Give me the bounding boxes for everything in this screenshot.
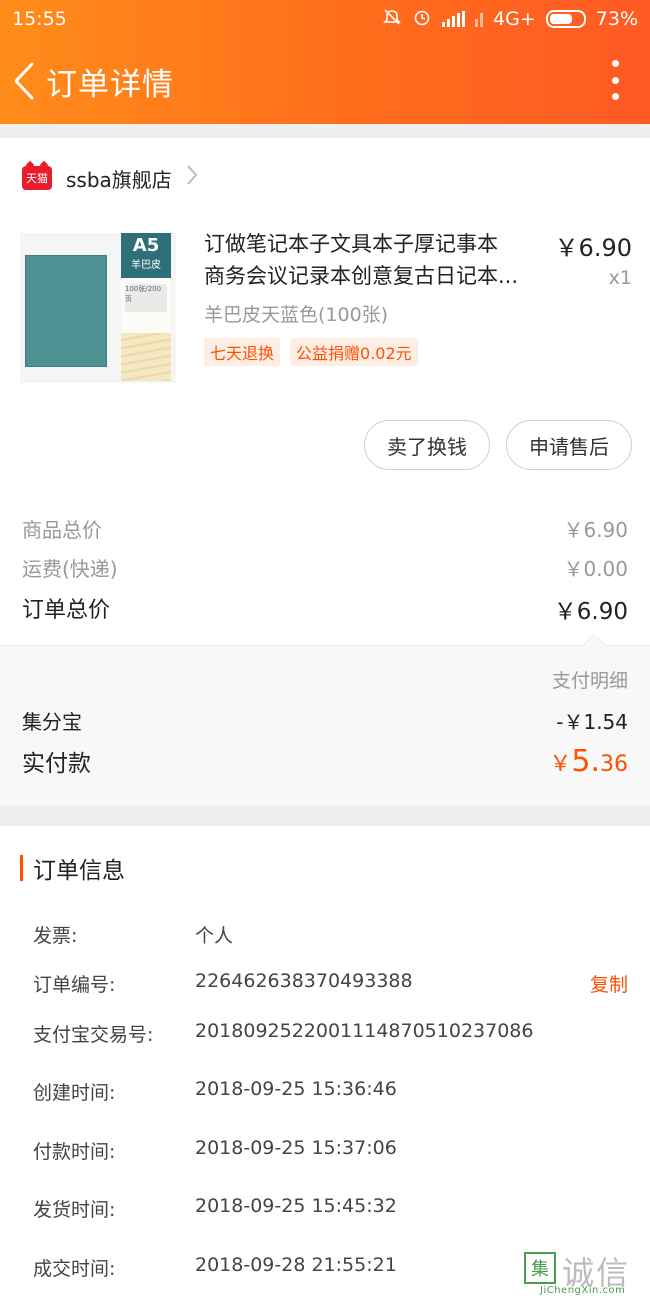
shop-name[interactable]: ssba旗舰店 xyxy=(66,164,172,193)
service-tags: 七天退换 公益捐赠0.02元 xyxy=(204,338,418,366)
item-actions: 卖了换钱 申请售后 xyxy=(364,420,632,470)
order-info-title: 订单信息 xyxy=(33,858,125,884)
watermark-logo: 集 诚信 JiChengXin.com xyxy=(524,1248,642,1298)
chevron-left-icon[interactable] xyxy=(4,51,44,111)
info-row-shipped: 发货时间: 2018-09-25 15:45:32 xyxy=(33,1195,633,1225)
product-title-line2: 商务会议记录本创意复古日记本... xyxy=(204,264,519,288)
info-row-created: 创建时间: 2018-09-25 15:36:46 xyxy=(33,1078,633,1108)
product-image[interactable]: A5 羊巴皮 100张/200页 xyxy=(20,233,176,383)
paid-row: 实付款 ￥5.36 xyxy=(22,744,628,779)
notebook-cover xyxy=(25,255,107,367)
network-type: 4G+ xyxy=(493,8,536,30)
pages-label: 100张/200页 xyxy=(125,284,167,312)
info-row-invoice: 发票: 个人 xyxy=(33,921,633,951)
copy-button[interactable]: 复制 xyxy=(590,970,628,997)
shop-row[interactable]: 天猫 ssba旗舰店 xyxy=(22,160,198,196)
notebook-spec-panel: A5 羊巴皮 100张/200页 xyxy=(121,233,171,381)
info-value: 2018-09-28 21:55:21 xyxy=(195,1254,397,1276)
info-row-order-number: 订单编号: 226462638370493388 复制 xyxy=(33,970,633,1000)
product-sku: 羊巴皮天蓝色(100张) xyxy=(204,304,389,326)
goods-total-row: 商品总价 ￥6.90 xyxy=(22,514,628,543)
order-info-card: 订单信息 发票: 个人 订单编号: 226462638370493388 复制 … xyxy=(0,826,650,1300)
page-title: 订单详情 xyxy=(46,66,174,103)
tag-return: 七天退换 xyxy=(204,338,281,366)
price-block: ￥6.90 x1 xyxy=(555,228,632,289)
navbar: 订单详情 xyxy=(0,48,650,114)
sell-button[interactable]: 卖了换钱 xyxy=(364,420,490,470)
info-label: 发货时间: xyxy=(33,1199,116,1221)
order-info-header: 订单信息 xyxy=(20,852,125,884)
section-accent-bar xyxy=(20,855,23,881)
status-time: 15:55 xyxy=(12,8,67,30)
alarm-icon xyxy=(412,7,432,32)
order-total-row: 订单总价 ￥6.90 xyxy=(22,592,628,626)
more-vertical-icon[interactable] xyxy=(610,60,620,100)
shipping-label: 运费(快递) xyxy=(22,557,118,581)
shipping-value: ￥0.00 xyxy=(563,557,628,581)
jifenbao-value: -￥1.54 xyxy=(556,710,628,734)
payment-detail-label: 支付明细 xyxy=(551,670,628,692)
info-value: 2018-09-25 15:36:46 xyxy=(195,1078,397,1100)
info-value: 2018-09-25 15:37:06 xyxy=(195,1137,397,1159)
product-title[interactable]: 订做笔记本子文具本子厚记事本 商务会议记录本创意复古日记本... xyxy=(204,228,554,292)
info-value: 个人 xyxy=(195,925,234,947)
battery-icon xyxy=(545,10,586,28)
info-label: 成交时间: xyxy=(33,1258,116,1280)
paid-label: 实付款 xyxy=(22,751,91,777)
battery-percent: 73% xyxy=(595,8,638,30)
watermark-box: 集 xyxy=(524,1252,556,1284)
info-label: 发票: xyxy=(33,925,78,947)
status-bar: 15:55 4G+ 73% xyxy=(0,0,650,38)
after-sale-button[interactable]: 申请售后 xyxy=(506,420,632,470)
watermark-url: JiChengXin.com xyxy=(540,1285,626,1296)
info-label: 支付宝交易号: xyxy=(33,1024,154,1046)
info-label: 付款时间: xyxy=(33,1141,116,1163)
chevron-right-icon[interactable] xyxy=(186,164,198,192)
jifenbao-row: 集分宝 -￥1.54 xyxy=(22,706,628,735)
info-value: 2018-09-25 15:45:32 xyxy=(195,1195,397,1217)
paid-amount: ￥5.36 xyxy=(549,744,628,779)
tmall-badge: 天猫 xyxy=(22,166,52,190)
paper-stack xyxy=(121,333,171,381)
order-total-label: 订单总价 xyxy=(22,598,111,623)
shipping-row: 运费(快递) ￥0.00 xyxy=(22,553,628,582)
goods-total-label: 商品总价 xyxy=(22,518,102,542)
info-value: 2018092522001114870510237086 xyxy=(195,1020,534,1042)
order-total-value: ￥6.90 xyxy=(553,599,628,625)
payment-detail-box: 支付明细 集分宝 -￥1.54 实付款 ￥5.36 xyxy=(0,633,650,806)
cover-label: 羊巴皮 xyxy=(131,260,161,271)
unit-price: ￥6.90 xyxy=(554,234,632,262)
info-label: 创建时间: xyxy=(33,1082,116,1104)
info-label: 订单编号: xyxy=(33,974,116,996)
info-value: 226462638370493388 xyxy=(195,970,413,992)
jifenbao-label: 集分宝 xyxy=(22,710,82,734)
signal-icon xyxy=(475,11,484,27)
caret-up-icon xyxy=(582,633,606,657)
tag-charity: 公益捐赠0.02元 xyxy=(290,338,418,366)
goods-total-value: ￥6.90 xyxy=(563,518,628,542)
order-item-card: 天猫 ssba旗舰店 A5 羊巴皮 100张/200页 订做笔记本子文具本子厚记… xyxy=(0,138,650,806)
signal-icon xyxy=(442,11,466,27)
info-row-alipay-id: 支付宝交易号: 2018092522001114870510237086 xyxy=(33,1020,633,1050)
info-row-paid: 付款时间: 2018-09-25 15:37:06 xyxy=(33,1137,633,1167)
status-icons: 4G+ 73% xyxy=(382,7,638,32)
app-header: 15:55 4G+ 73% 订单详情 xyxy=(0,0,650,124)
mute-icon xyxy=(382,7,402,32)
size-label: A5 xyxy=(132,235,160,256)
product-title-line1: 订做笔记本子文具本子厚记事本 xyxy=(204,232,498,256)
quantity: x1 xyxy=(608,267,632,289)
